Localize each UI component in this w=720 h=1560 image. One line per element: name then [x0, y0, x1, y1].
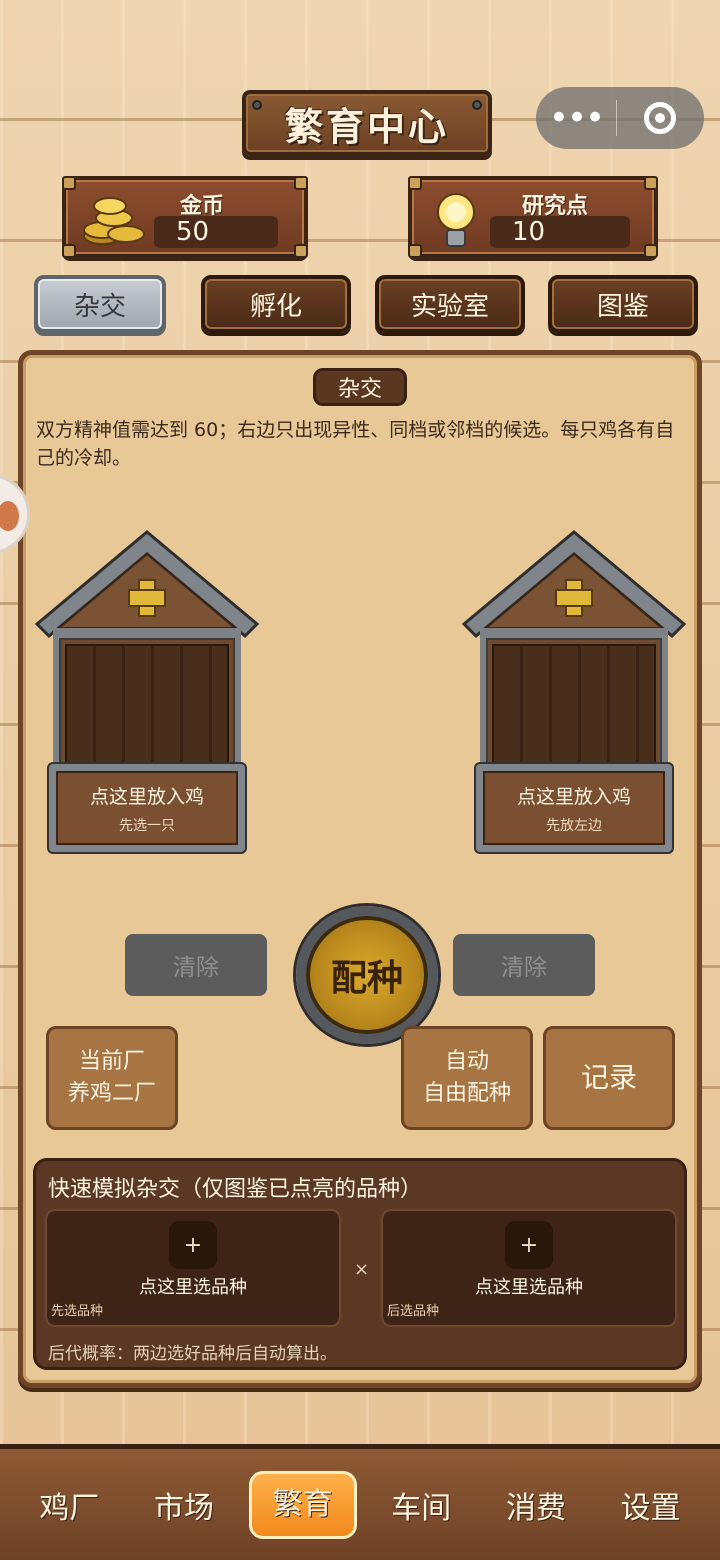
corner-bolt-icon	[408, 176, 422, 190]
more-dots-icon[interactable]: •••	[536, 101, 616, 135]
cross-description: 双方精神值需达到 60；右边只出现异性、同档或邻档的候选。每只鸡各有自己的冷却。	[36, 419, 675, 469]
picker-sub-label: 先选品种	[51, 1304, 104, 1319]
section-title: 杂交	[313, 368, 407, 406]
tab-cross[interactable]: 杂交	[34, 275, 166, 333]
gold-value: 50	[154, 216, 278, 248]
plus-icon: +	[505, 1221, 553, 1269]
picker-label: 点这里选品种	[139, 1277, 247, 1298]
gold-panel: 金币 50	[62, 176, 308, 258]
coop-plaque: 点这里放入鸡 先放左边	[476, 764, 672, 852]
breed-button[interactable]: 配种	[296, 906, 438, 1044]
auto-line1: 自动	[444, 1049, 489, 1074]
corner-bolt-icon	[62, 176, 76, 190]
tab-lab[interactable]: 实验室	[375, 275, 525, 333]
nav-item-settings[interactable]: 设置	[601, 1483, 701, 1527]
tab-codex[interactable]: 图鉴	[548, 275, 698, 333]
research-value: 10	[490, 216, 630, 248]
coop-sub-label: 先选一只	[119, 817, 175, 834]
auto-breed-button[interactable]: 自动 自由配种	[401, 1026, 533, 1130]
bottom-nav: 鸡厂 市场 繁育 车间 消费 设置	[0, 1444, 720, 1560]
clear-right-button[interactable]: 清除	[453, 934, 595, 996]
corner-bolt-icon	[294, 244, 308, 258]
coin-stack-icon	[83, 197, 145, 245]
tab-hatch[interactable]: 孵化	[201, 275, 351, 333]
right-coop-slot[interactable]: 点这里放入鸡 先放左边	[462, 528, 686, 853]
plus-icon: +	[169, 1221, 217, 1269]
coop-plaque: 点这里放入鸡 先选一只	[49, 764, 245, 852]
page-title: 繁育中心	[284, 104, 449, 149]
nail-icon	[252, 100, 262, 110]
nav-item-market[interactable]: 市场	[134, 1483, 234, 1527]
corner-bolt-icon	[408, 244, 422, 258]
right-breed-picker[interactable]: + 点这里选品种 后选品种	[381, 1209, 677, 1327]
coop-roof-icon	[35, 530, 259, 639]
nav-item-farm[interactable]: 鸡厂	[19, 1483, 119, 1527]
record-button[interactable]: 记录	[543, 1026, 675, 1130]
factory-line2: 养鸡二厂	[67, 1081, 156, 1106]
page-title-sign: 繁育中心	[242, 90, 492, 156]
factory-switch-button[interactable]: 当前厂 养鸡二厂	[46, 1026, 178, 1130]
quick-sim-title: 快速模拟杂交（仅图鉴已点亮的品种）	[48, 1177, 423, 1202]
offspring-probability-note: 后代概率：两边选好品种后自动算出。	[48, 1344, 337, 1364]
mini-program-capsule: •••	[536, 87, 704, 149]
coop-label: 点这里放入鸡	[89, 785, 204, 808]
times-icon: ×	[354, 1259, 370, 1280]
corner-bolt-icon	[644, 244, 658, 258]
left-breed-picker[interactable]: + 点这里选品种 先选品种	[45, 1209, 341, 1327]
nav-item-breeding[interactable]: 繁育	[248, 1470, 357, 1539]
quick-sim-panel: 快速模拟杂交（仅图鉴已点亮的品种） + 点这里选品种 先选品种 × + 点这里选…	[33, 1158, 687, 1370]
coop-roof-icon	[462, 530, 686, 639]
target-close-icon	[644, 102, 676, 134]
record-label: 记录	[580, 1061, 637, 1094]
research-panel: 研究点 10	[408, 176, 658, 258]
nail-icon	[472, 100, 482, 110]
nav-item-workshop[interactable]: 车间	[371, 1483, 471, 1527]
picker-sub-label: 后选品种	[387, 1304, 440, 1319]
clear-left-button[interactable]: 清除	[125, 934, 267, 996]
coop-sub-label: 先放左边	[546, 817, 602, 834]
capsule-close-button[interactable]	[617, 102, 703, 134]
corner-bolt-icon	[644, 176, 658, 190]
corner-bolt-icon	[62, 244, 76, 258]
factory-line1: 当前厂	[78, 1049, 145, 1074]
lightbulb-icon	[437, 193, 475, 247]
breed-button-label: 配种	[330, 958, 403, 999]
auto-line2: 自由配种	[422, 1081, 511, 1106]
picker-label: 点这里选品种	[475, 1277, 583, 1298]
corner-bolt-icon	[294, 176, 308, 190]
coop-label: 点这里放入鸡	[516, 785, 631, 808]
nav-item-consumption[interactable]: 消费	[486, 1483, 586, 1527]
left-coop-slot[interactable]: 点这里放入鸡 先选一只	[35, 528, 259, 853]
